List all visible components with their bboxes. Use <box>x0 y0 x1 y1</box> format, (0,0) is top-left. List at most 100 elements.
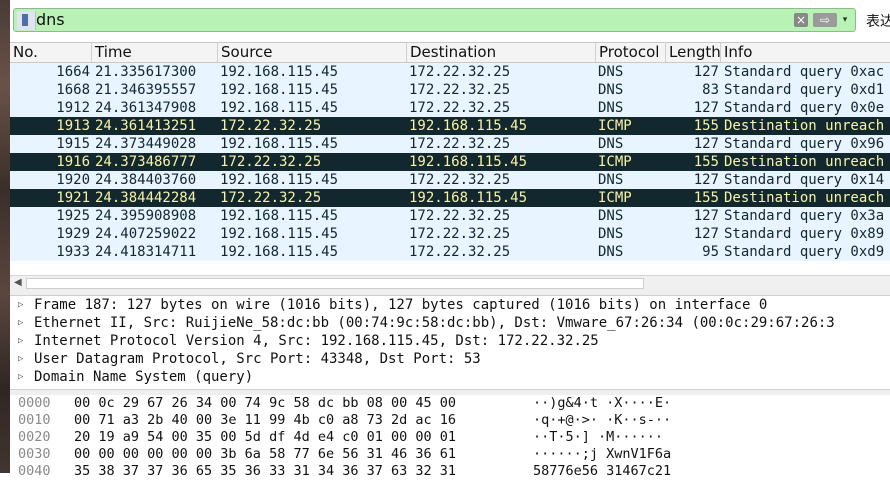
hex-bytes[interactable]: 00 71 a3 2b 40 00 3e 11 99 4b c0 a8 73 2… <box>74 412 456 429</box>
packet-cell-proto: DNS <box>598 100 624 116</box>
packet-cell-proto: DNS <box>598 172 624 188</box>
desktop-background-strip <box>0 0 10 473</box>
detail-tree-item[interactable]: ▷ User Datagram Protocol, Src Port: 43348… <box>10 350 890 368</box>
packet-cell-proto: DNS <box>598 244 624 260</box>
ascii-bytes[interactable]: ······;j XwnV1F6a <box>533 446 671 463</box>
packet-row[interactable]: 1668 21.346395557 192.168.115.45 172.22.32.… <box>10 81 890 99</box>
packet-cell-info: Destination unreach <box>724 118 885 134</box>
detail-tree-item[interactable]: ▷ Internet Protocol Version 4, Src: 192.1… <box>10 332 890 350</box>
hex-dump-row: 0040 35 38 37 37 36 65 35 36 33 31 34 36 … <box>10 463 890 480</box>
filter-bookmark-button[interactable] <box>17 11 36 30</box>
packet-cell-time: 24.373486777 <box>95 154 197 170</box>
packet-cell-info: Standard query 0xd9 <box>724 244 885 260</box>
packet-cell-proto: DNS <box>598 208 624 224</box>
filter-history-dropdown-icon[interactable]: ▾ <box>839 13 851 27</box>
packet-cell-len: 127 <box>693 226 719 242</box>
expand-arrow-icon[interactable]: ▷ <box>18 350 23 368</box>
hex-bytes[interactable]: 00 0c 29 67 26 34 00 74 9c 58 dc bb 08 0… <box>74 395 456 412</box>
packet-cell-no: 1920 <box>56 172 90 188</box>
packet-row[interactable]: 1933 24.418314711 192.168.115.45 172.22.32.… <box>10 243 890 261</box>
ascii-bytes[interactable]: ··T·5·] ·M······ <box>533 429 663 446</box>
packet-row[interactable]: 1912 24.361347908 192.168.115.45 172.22.32.… <box>10 99 890 117</box>
packet-cell-src: 192.168.115.45 <box>220 64 339 80</box>
scroll-left-icon[interactable]: ◀ <box>14 276 22 290</box>
scrollbar-thumb[interactable] <box>26 278 644 289</box>
packet-cell-src: 192.168.115.45 <box>220 82 339 98</box>
packet-row[interactable]: 1921 24.384442284 172.22.32.25 192.168.115.… <box>10 189 890 207</box>
packet-row[interactable]: 1664 21.335617300 192.168.115.45 172.22.32.… <box>10 63 890 81</box>
packet-cell-no: 1921 <box>56 190 90 206</box>
packet-list-horizontal-scrollbar[interactable]: ◀ <box>10 275 890 290</box>
packet-cell-src: 172.22.32.25 <box>220 154 322 170</box>
packet-cell-proto: ICMP <box>598 154 632 170</box>
packet-cell-info: Destination unreach <box>724 154 885 170</box>
packet-cell-proto: ICMP <box>598 118 632 134</box>
apply-filter-icon[interactable]: ⇨ <box>813 13 837 27</box>
column-header-source[interactable]: Source <box>218 43 407 62</box>
hex-dump-row: 0000 00 0c 29 67 26 34 00 74 9c 58 dc bb … <box>10 395 890 412</box>
packet-cell-no: 1913 <box>56 118 90 134</box>
column-header-info[interactable]: Info <box>721 43 890 62</box>
display-filter-input[interactable]: dns × ⇨ ▾ <box>13 8 856 32</box>
expand-arrow-icon[interactable]: ▷ <box>18 368 23 386</box>
packet-row[interactable]: 1913 24.361413251 172.22.32.25 192.168.115.… <box>10 117 890 135</box>
ascii-bytes[interactable]: 58776e56 31467c21 <box>533 463 671 480</box>
column-header-protocol[interactable]: Protocol <box>596 43 666 62</box>
clear-filter-icon[interactable]: × <box>794 13 808 27</box>
packet-cell-no: 1925 <box>56 208 90 224</box>
hex-bytes[interactable]: 00 00 00 00 00 00 3b 6a 58 77 6e 56 31 4… <box>74 446 456 463</box>
packet-list-rows: 1664 21.335617300 192.168.115.45 172.22.32.… <box>10 63 890 261</box>
hex-bytes[interactable]: 20 19 a9 54 00 35 00 5d df 4d e4 c0 01 0… <box>74 429 456 446</box>
packet-cell-dst: 172.22.32.25 <box>409 208 511 224</box>
column-header-time[interactable]: Time <box>92 43 218 62</box>
packet-cell-dst: 192.168.115.45 <box>409 154 528 170</box>
packet-cell-dst: 172.22.32.25 <box>409 136 511 152</box>
packet-cell-dst: 192.168.115.45 <box>409 190 528 206</box>
packet-cell-no: 1929 <box>56 226 90 242</box>
packet-cell-info: Standard query 0xac <box>724 64 885 80</box>
packet-cell-info: Standard query 0x14 <box>724 172 885 188</box>
column-header-destination[interactable]: Destination <box>407 43 596 62</box>
packet-cell-info: Standard query 0xd1 <box>724 82 885 98</box>
expand-arrow-icon[interactable]: ▷ <box>18 332 23 350</box>
packet-cell-proto: DNS <box>598 64 624 80</box>
expand-arrow-icon[interactable]: ▷ <box>18 296 23 314</box>
packet-row[interactable]: 1915 24.373449028 192.168.115.45 172.22.32.… <box>10 135 890 153</box>
packet-row[interactable]: 1916 24.373486777 172.22.32.25 192.168.115.… <box>10 153 890 171</box>
expression-button[interactable]: 表达 <box>866 11 890 31</box>
packet-cell-src: 172.22.32.25 <box>220 118 322 134</box>
detail-tree-item[interactable]: ▷ Ethernet II, Src: RuijieNe_58:dc:bb (00… <box>10 314 890 332</box>
detail-tree-label: Ethernet II, Src: RuijieNe_58:dc:bb (00:… <box>34 315 835 331</box>
packet-cell-len: 127 <box>693 136 719 152</box>
packet-cell-time: 24.361413251 <box>95 118 197 134</box>
column-header-length[interactable]: Length <box>666 43 721 62</box>
expand-arrow-icon[interactable]: ▷ <box>18 314 23 332</box>
packet-cell-len: 83 <box>702 82 719 98</box>
hex-offset: 0030 <box>18 446 51 462</box>
detail-tree-label: User Datagram Protocol, Src Port: 43348,… <box>34 351 481 367</box>
packet-details-pane: ▷ Frame 187: 127 bytes on wire (1016 bits… <box>10 296 890 388</box>
packet-cell-dst: 192.168.115.45 <box>409 118 528 134</box>
packet-row[interactable]: 1920 24.384403760 192.168.115.45 172.22.32.… <box>10 171 890 189</box>
hex-dump-row: 0030 00 00 00 00 00 00 3b 6a 58 77 6e 56 … <box>10 446 890 463</box>
ascii-bytes[interactable]: ··)g&4·t ·X····E· <box>533 395 671 412</box>
packet-cell-time: 21.335617300 <box>95 64 197 80</box>
packet-cell-len: 127 <box>693 64 719 80</box>
packet-cell-src: 192.168.115.45 <box>220 172 339 188</box>
packet-cell-src: 192.168.115.45 <box>220 208 339 224</box>
detail-tree-item[interactable]: ▷ Domain Name System (query) <box>10 368 890 386</box>
packet-cell-len: 155 <box>693 190 719 206</box>
packet-cell-src: 172.22.32.25 <box>220 190 322 206</box>
packet-cell-no: 1915 <box>56 136 90 152</box>
packet-row[interactable]: 1925 24.395908908 192.168.115.45 172.22.32.… <box>10 207 890 225</box>
ascii-bytes[interactable]: ·q·+@·>· ·K··s-·· <box>533 412 671 429</box>
hex-offset: 0020 <box>18 429 51 445</box>
detail-tree-item[interactable]: ▷ Frame 187: 127 bytes on wire (1016 bits… <box>10 296 890 314</box>
packet-row[interactable]: 1929 24.407259022 192.168.115.45 172.22.32.… <box>10 225 890 243</box>
packet-cell-src: 192.168.115.45 <box>220 226 339 242</box>
hex-bytes[interactable]: 35 38 37 37 36 65 35 36 33 31 34 36 37 6… <box>74 463 456 480</box>
column-header-no[interactable]: No. <box>10 43 92 62</box>
detail-tree-label: Internet Protocol Version 4, Src: 192.16… <box>34 333 599 349</box>
packet-cell-dst: 172.22.32.25 <box>409 64 511 80</box>
display-filter-text[interactable]: dns <box>36 9 65 31</box>
